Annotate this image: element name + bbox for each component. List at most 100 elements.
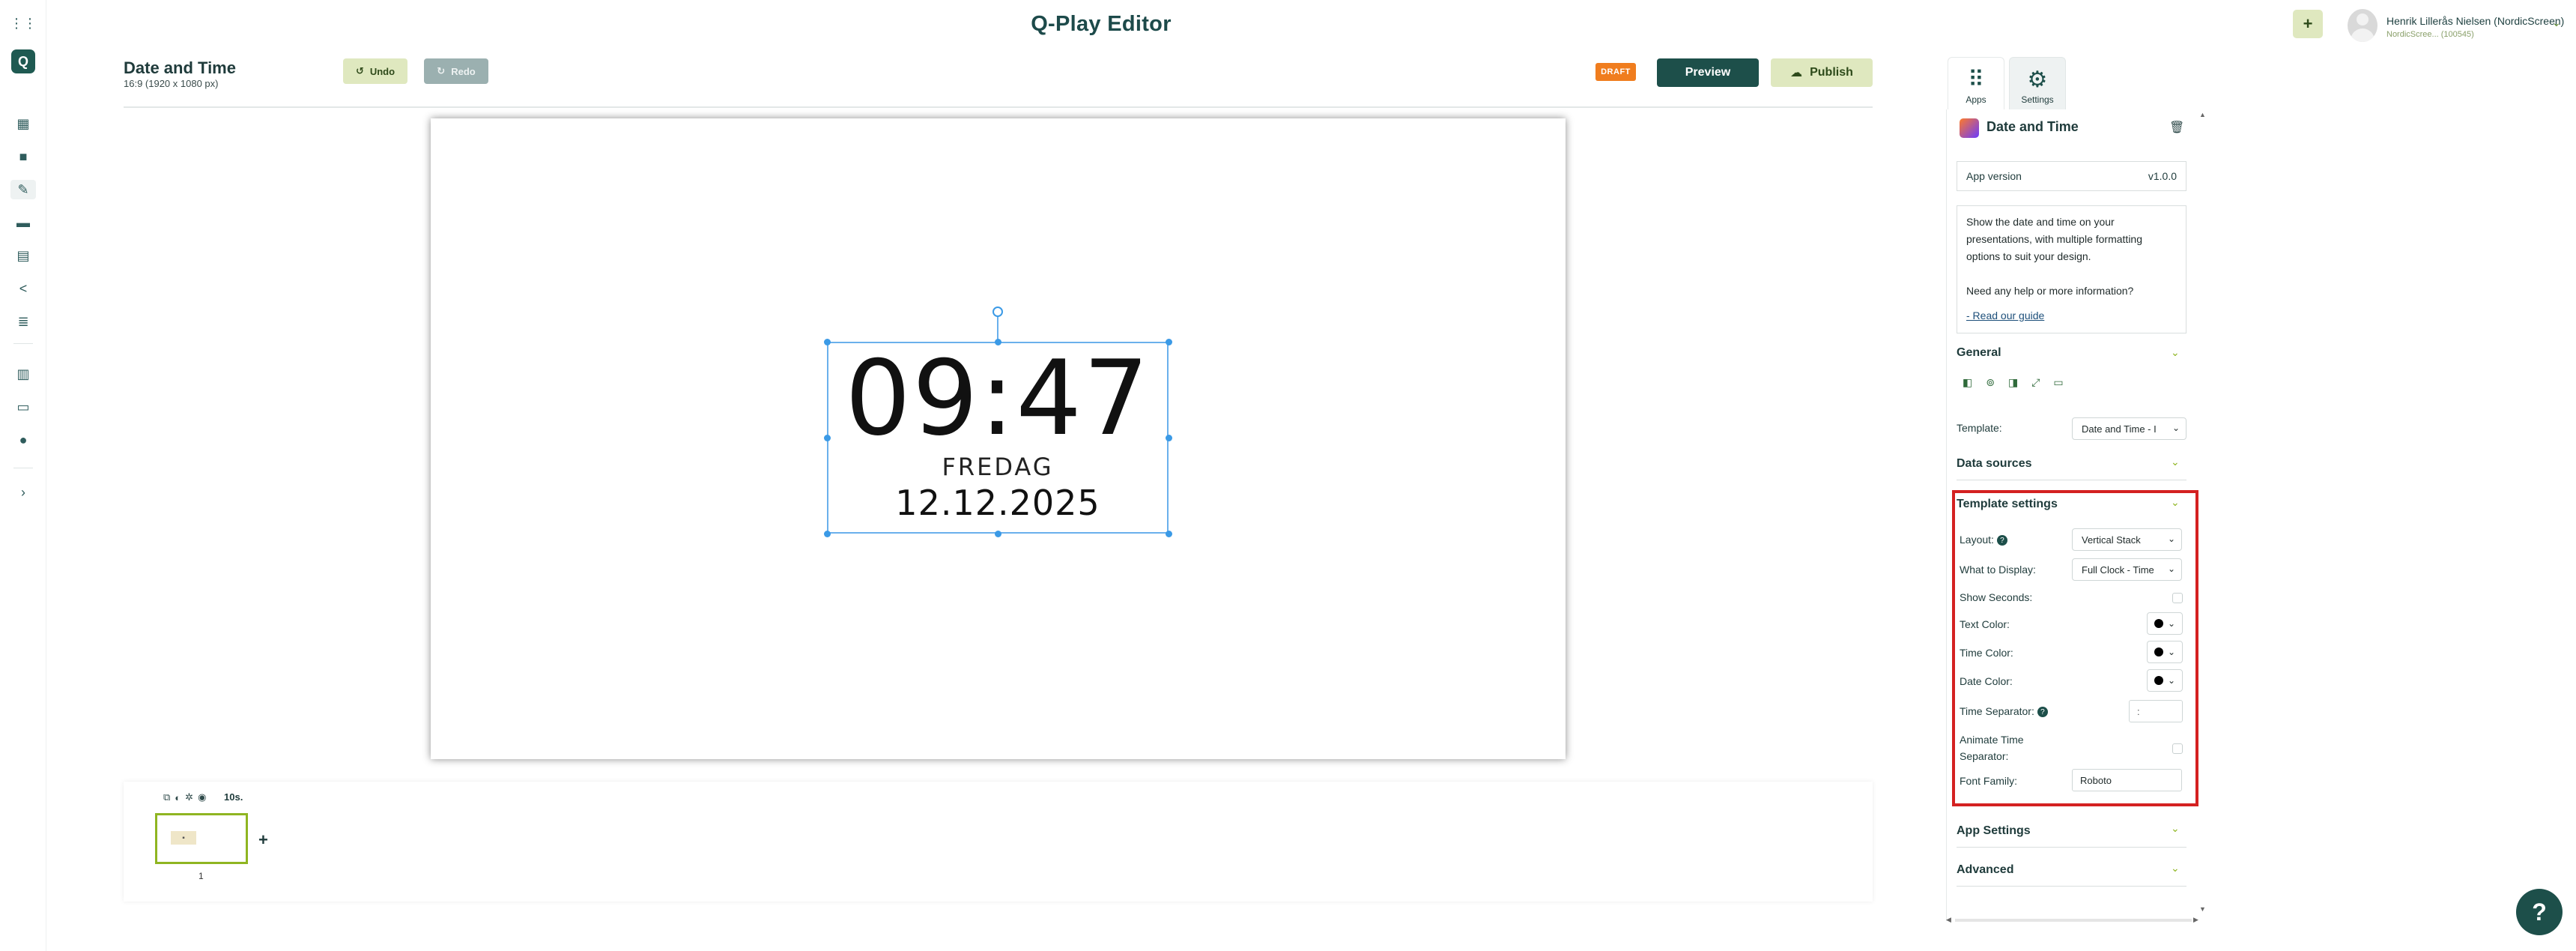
clock-time: 09:47 <box>845 338 1151 459</box>
eye-icon[interactable]: ◉ <box>198 791 206 803</box>
reports-icon[interactable]: ≣ <box>10 312 36 331</box>
user-name[interactable]: Henrik Lillerås Nielsen (NordicScreen) <box>2386 15 2564 27</box>
screens-icon[interactable]: ▬ <box>10 213 36 232</box>
resize-handle-nw[interactable] <box>824 339 831 345</box>
resize-handle-s[interactable] <box>995 531 1001 537</box>
share-icon[interactable]: < <box>10 279 36 298</box>
chevron-down-icon[interactable]: ⌄ <box>2171 822 2180 835</box>
clone-icon[interactable]: ◐ <box>175 792 181 803</box>
chevron-down-icon[interactable]: ⌄ <box>2171 862 2180 875</box>
panel-app-title: Date and Time <box>1986 119 2079 134</box>
section-data-sources[interactable]: Data sources <box>1957 457 2032 471</box>
font-family-input[interactable]: Roboto <box>2072 769 2182 791</box>
color-swatch <box>2154 647 2163 656</box>
tab-settings[interactable]: ⚙ Settings <box>2009 57 2066 109</box>
clock-date: 12.12.2025 <box>895 483 1100 523</box>
avatar[interactable] <box>2348 9 2378 42</box>
gear-icon: ⚙ <box>2027 67 2048 92</box>
chevron-down-icon: ⌄ <box>2167 534 2175 544</box>
template-value: Date and Time - I <box>2082 423 2157 435</box>
description-text: Show the date and time on your presentat… <box>1966 216 2142 262</box>
horizontal-scrollbar[interactable] <box>1955 919 2192 922</box>
animate-separator-label: Animate Time Separator: <box>1960 734 2024 762</box>
link-icon[interactable]: ⊚ <box>1986 376 1995 389</box>
preview-button[interactable]: Preview <box>1657 58 1759 87</box>
slide-tools: ⧉ ◐ ✲ ◉ <box>163 791 206 803</box>
section-advanced[interactable]: Advanced <box>1957 863 2013 877</box>
date-color-picker[interactable]: ⌄ <box>2147 669 2183 692</box>
layout-select[interactable]: Vertical Stack ⌄ <box>2072 528 2182 551</box>
resize-handle-sw[interactable] <box>824 531 831 537</box>
scroll-left-arrow[interactable]: ◀ <box>1946 916 1951 924</box>
redo-button[interactable]: ↻ Redo <box>424 58 488 84</box>
list-icon[interactable]: ▥ <box>10 364 36 384</box>
time-color-label: Time Color: <box>1960 647 2013 659</box>
playlists-icon[interactable]: ▤ <box>10 246 36 265</box>
tab-apps-label: Apps <box>1966 94 1986 105</box>
info-icon[interactable]: ● <box>10 430 36 450</box>
resize-handle-ne[interactable] <box>1166 339 1172 345</box>
slide-thumbnail[interactable] <box>155 813 248 864</box>
section-general[interactable]: General <box>1957 346 2001 360</box>
template-select[interactable]: Date and Time - I ⌄ <box>2072 417 2186 440</box>
publish-label: Publish <box>1810 66 1853 79</box>
rotation-handle[interactable] <box>992 307 1003 317</box>
rail-divider <box>13 343 33 344</box>
scroll-down-arrow[interactable]: ▼ <box>2199 905 2206 913</box>
publish-button[interactable]: ☁ Publish <box>1771 58 1873 87</box>
chevron-down-icon[interactable]: ⌄ <box>2171 456 2180 468</box>
scroll-right-arrow[interactable]: ▶ <box>2193 916 2198 924</box>
animate-separator-checkbox[interactable] <box>2172 743 2183 754</box>
copy-icon[interactable]: ⧉ <box>163 791 170 803</box>
apps-grid-icon: ⠿ <box>1968 67 1984 92</box>
section-divider <box>1957 847 2186 848</box>
tab-apps[interactable]: ⠿ Apps <box>1948 57 2004 109</box>
layout-label: Layout:? <box>1960 534 2007 546</box>
guide-link[interactable]: - Read our guide <box>1966 307 2177 324</box>
layer-front-icon[interactable]: ◨ <box>2008 376 2018 389</box>
separator-input[interactable]: : <box>2129 700 2183 722</box>
status-badge: DRAFT <box>1595 63 1636 81</box>
resize-handle-se[interactable] <box>1166 531 1172 537</box>
chevron-down-icon[interactable]: ⌄ <box>2171 346 2180 359</box>
chevron-down-icon: ⌄ <box>2167 564 2175 574</box>
undo-button[interactable]: ↺ Undo <box>343 58 407 84</box>
chevron-down-icon: ⌄ <box>2167 647 2176 657</box>
fit-icon[interactable]: ⤢ <box>2031 376 2040 389</box>
cloud-upload-icon: ☁ <box>1790 67 1803 79</box>
separator-label: Time Separator:? <box>1960 705 2048 718</box>
scroll-up-arrow[interactable]: ▲ <box>2199 111 2206 118</box>
display-select[interactable]: Full Clock - Time ⌄ <box>2072 558 2182 581</box>
slide-timeline <box>124 782 1873 902</box>
clock-day: FREDAG <box>942 453 1054 481</box>
chevron-down-icon: ⌄ <box>2172 423 2180 433</box>
app-logo[interactable]: Q <box>11 49 35 73</box>
chevron-down-icon: ⌄ <box>2167 675 2176 686</box>
section-template-settings[interactable]: Template settings <box>1957 498 2058 511</box>
slide-duration[interactable]: 10s. <box>224 791 243 803</box>
chevron-down-icon[interactable]: ⌄ <box>2552 16 2561 29</box>
gear-icon[interactable]: ✲ <box>185 791 193 803</box>
chevron-down-icon: ⌄ <box>2167 618 2176 629</box>
editor-icon[interactable]: ✎ <box>10 180 36 199</box>
section-app-settings[interactable]: App Settings <box>1957 824 2031 838</box>
display-icon[interactable]: ▭ <box>10 397 36 417</box>
trash-icon[interactable]: 🗑 <box>2169 120 2184 135</box>
dashboard-icon[interactable]: ▦ <box>10 114 36 133</box>
media-icon[interactable]: ■ <box>10 147 36 166</box>
help-icon[interactable]: ? <box>2037 707 2048 718</box>
add-slide-button[interactable]: + <box>258 830 268 850</box>
help-button[interactable]: ? <box>2516 889 2563 935</box>
layer-back-icon[interactable]: ◧ <box>1963 376 1972 389</box>
fullscreen-icon[interactable]: ▭ <box>2053 376 2063 389</box>
color-swatch <box>2154 676 2163 685</box>
tab-settings-label: Settings <box>2021 94 2054 105</box>
chevron-down-icon[interactable]: ⌄ <box>2171 496 2180 509</box>
expand-icon[interactable]: › <box>10 483 36 502</box>
app-title: Q-Play Editor <box>1031 12 1172 36</box>
text-color-picker[interactable]: ⌄ <box>2147 612 2183 635</box>
show-seconds-checkbox[interactable] <box>2172 593 2183 603</box>
add-button[interactable]: + <box>2293 10 2323 38</box>
help-icon[interactable]: ? <box>1996 535 2007 546</box>
time-color-picker[interactable]: ⌄ <box>2147 641 2183 663</box>
